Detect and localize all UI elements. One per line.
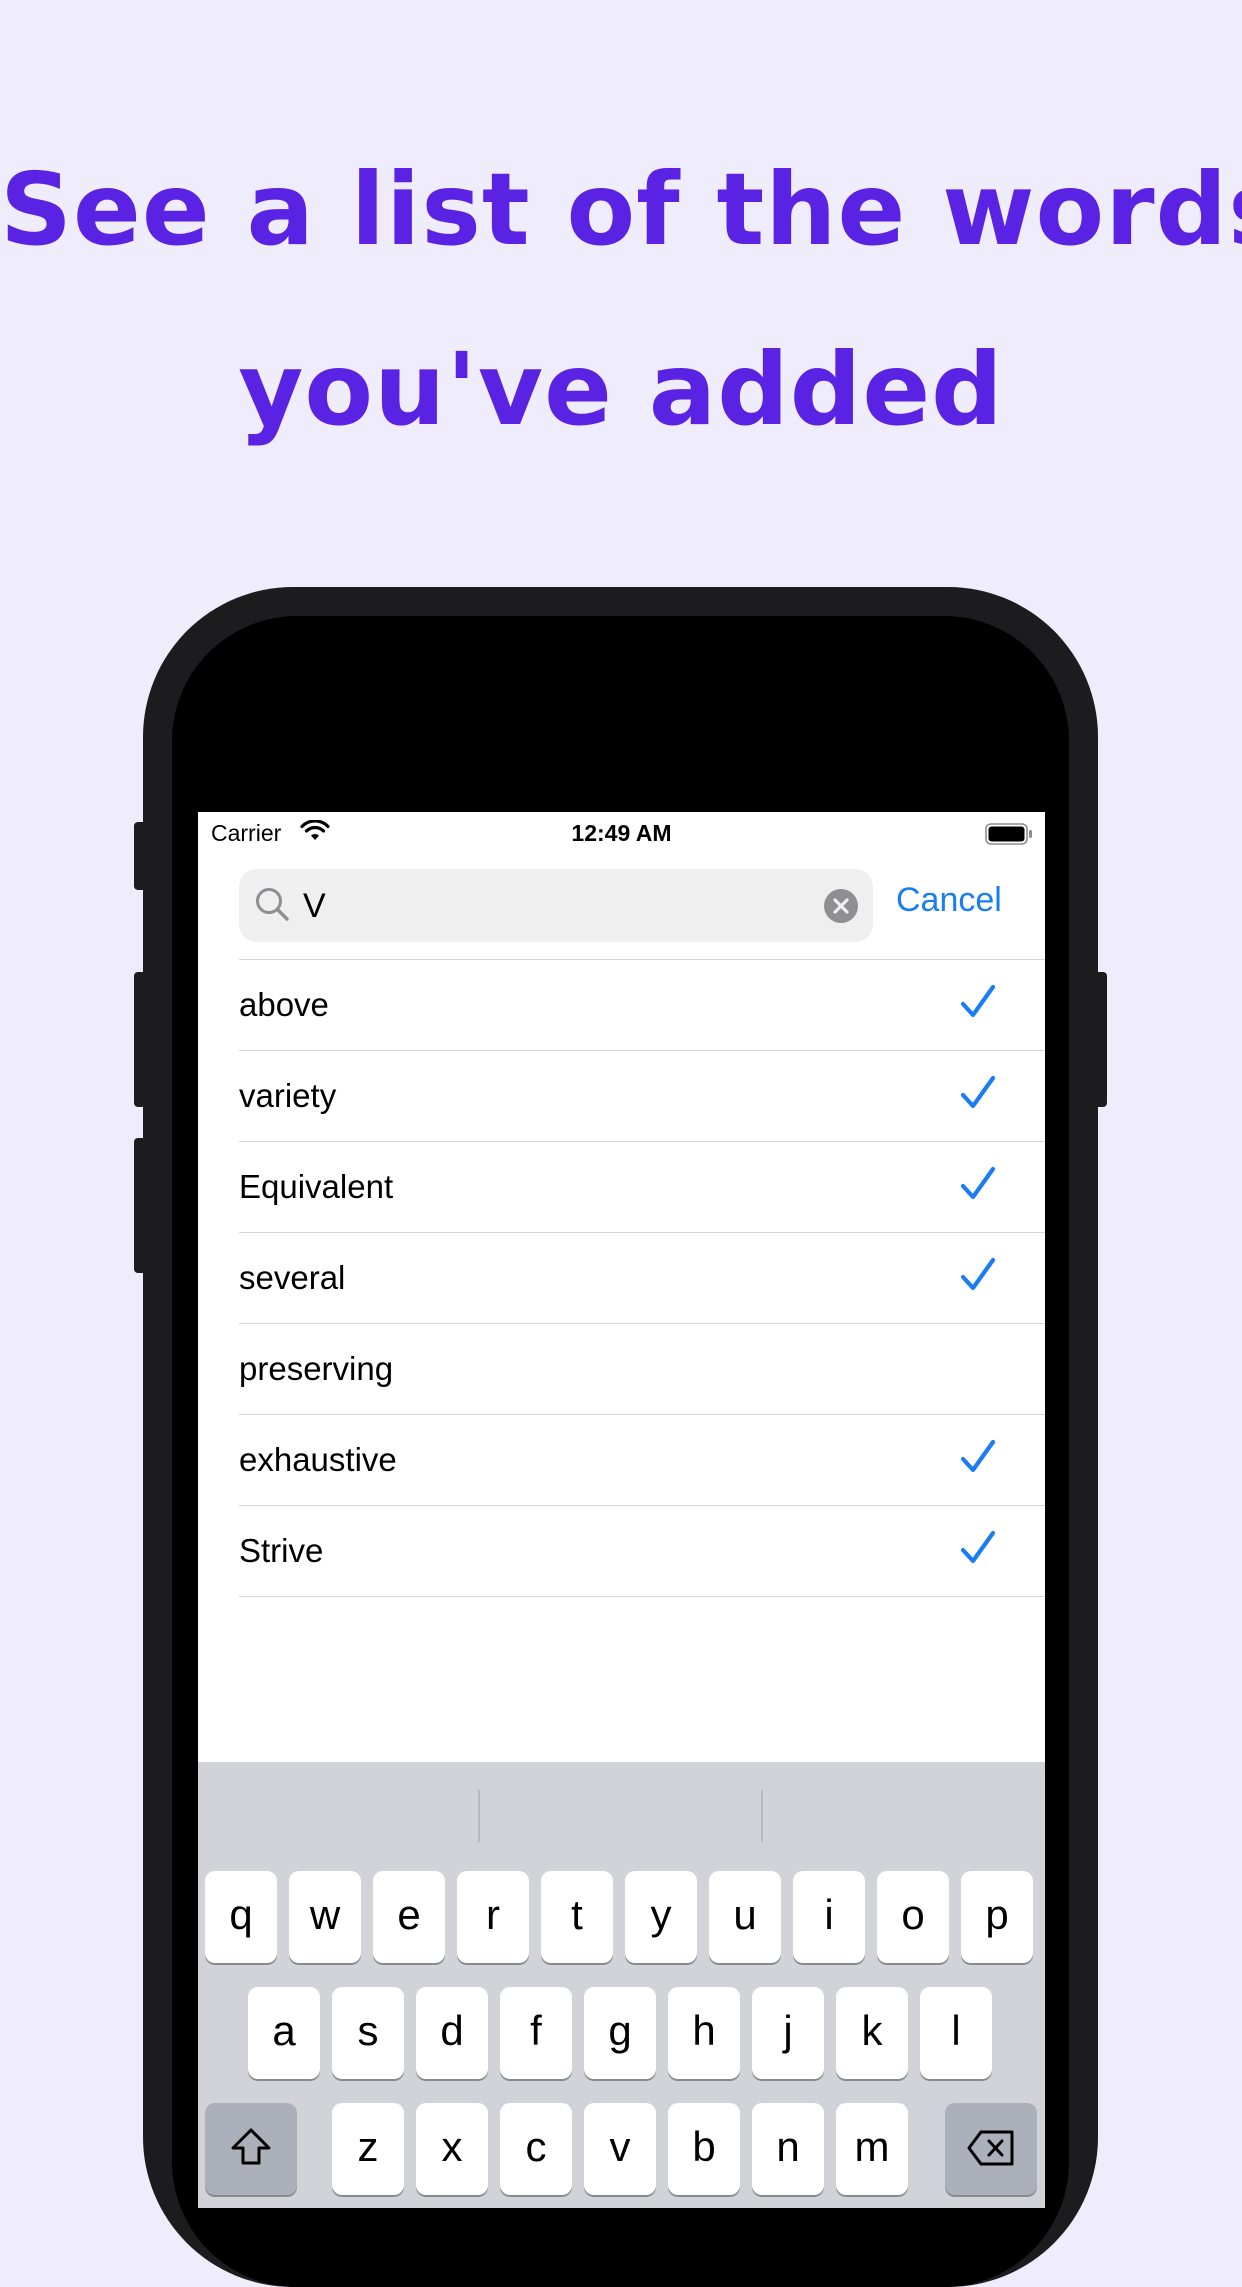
shift-key[interactable] — [205, 2103, 297, 2195]
word-label: Strive — [239, 1532, 324, 1569]
key-t[interactable]: t — [541, 1871, 613, 1963]
word-label: variety — [239, 1077, 337, 1114]
key-y[interactable]: y — [625, 1871, 697, 1963]
list-item[interactable]: Strive — [239, 1506, 1045, 1597]
checkmark-icon — [960, 1439, 996, 1473]
key-g[interactable]: g — [584, 1987, 656, 2079]
keyboard: q w e r t y u i o p a s d f g h j k l z … — [198, 1762, 1045, 2208]
search-icon — [256, 888, 289, 921]
key-q[interactable]: q — [205, 1871, 277, 1963]
search-bar: Cancel — [198, 869, 1045, 943]
status-bar: Carrier 12:49 AM — [198, 812, 1045, 856]
key-k[interactable]: k — [836, 1987, 908, 2079]
list-item[interactable]: Equivalent — [239, 1142, 1045, 1233]
list-item[interactable]: above — [239, 960, 1045, 1051]
list-item[interactable]: variety — [239, 1051, 1045, 1142]
list-item[interactable]: preserving — [239, 1324, 1045, 1415]
checkmark-icon — [960, 1530, 996, 1564]
key-h[interactable]: h — [668, 1987, 740, 2079]
key-p[interactable]: p — [961, 1871, 1033, 1963]
key-i[interactable]: i — [793, 1871, 865, 1963]
word-label: preserving — [239, 1350, 394, 1387]
key-n[interactable]: n — [752, 2103, 824, 2195]
key-u[interactable]: u — [709, 1871, 781, 1963]
clock: 12:49 AM — [571, 820, 672, 846]
list-item[interactable]: several — [239, 1233, 1045, 1324]
key-s[interactable]: s — [332, 1987, 404, 2079]
key-x[interactable]: x — [416, 2103, 488, 2195]
headline-line-1: See a list of the words — [0, 151, 1242, 268]
key-m[interactable]: m — [836, 2103, 908, 2195]
search-field[interactable] — [239, 869, 873, 942]
delete-icon — [967, 2130, 1014, 2166]
clear-search-icon[interactable] — [824, 889, 858, 923]
key-w[interactable]: w — [289, 1871, 361, 1963]
headline-line-2: you've added — [238, 331, 1004, 448]
key-o[interactable]: o — [877, 1871, 949, 1963]
word-label: above — [239, 986, 329, 1023]
suggestion-divider — [478, 1790, 480, 1842]
checkmark-icon — [960, 984, 996, 1018]
key-f[interactable]: f — [500, 1987, 572, 2079]
key-l[interactable]: l — [920, 1987, 992, 2079]
cancel-button[interactable]: Cancel — [896, 881, 1002, 920]
suggestion-divider — [761, 1790, 763, 1842]
word-label: exhaustive — [239, 1441, 397, 1478]
key-d[interactable]: d — [416, 1987, 488, 2079]
checkmark-icon — [960, 1166, 996, 1200]
list-item[interactable]: exhaustive — [239, 1415, 1045, 1506]
checkmark-icon — [960, 1075, 996, 1109]
key-j[interactable]: j — [752, 1987, 824, 2079]
delete-key[interactable] — [945, 2103, 1037, 2195]
headline: See a list of the words you've added — [0, 120, 1242, 480]
key-a[interactable]: a — [248, 1987, 320, 2079]
search-input[interactable] — [303, 881, 783, 931]
key-e[interactable]: e — [373, 1871, 445, 1963]
key-z[interactable]: z — [332, 2103, 404, 2195]
key-v[interactable]: v — [584, 2103, 656, 2195]
shift-icon — [231, 2128, 271, 2165]
word-label: several — [239, 1259, 346, 1296]
word-list: above variety Equivalent several preserv… — [198, 960, 1045, 1597]
checkmark-icon — [960, 1257, 996, 1291]
word-label: Equivalent — [239, 1168, 394, 1205]
battery-icon — [985, 823, 1032, 845]
key-b[interactable]: b — [668, 2103, 740, 2195]
key-r[interactable]: r — [457, 1871, 529, 1963]
key-c[interactable]: c — [500, 2103, 572, 2195]
phone-screen: Carrier 12:49 AM Cancel — [198, 812, 1045, 2208]
